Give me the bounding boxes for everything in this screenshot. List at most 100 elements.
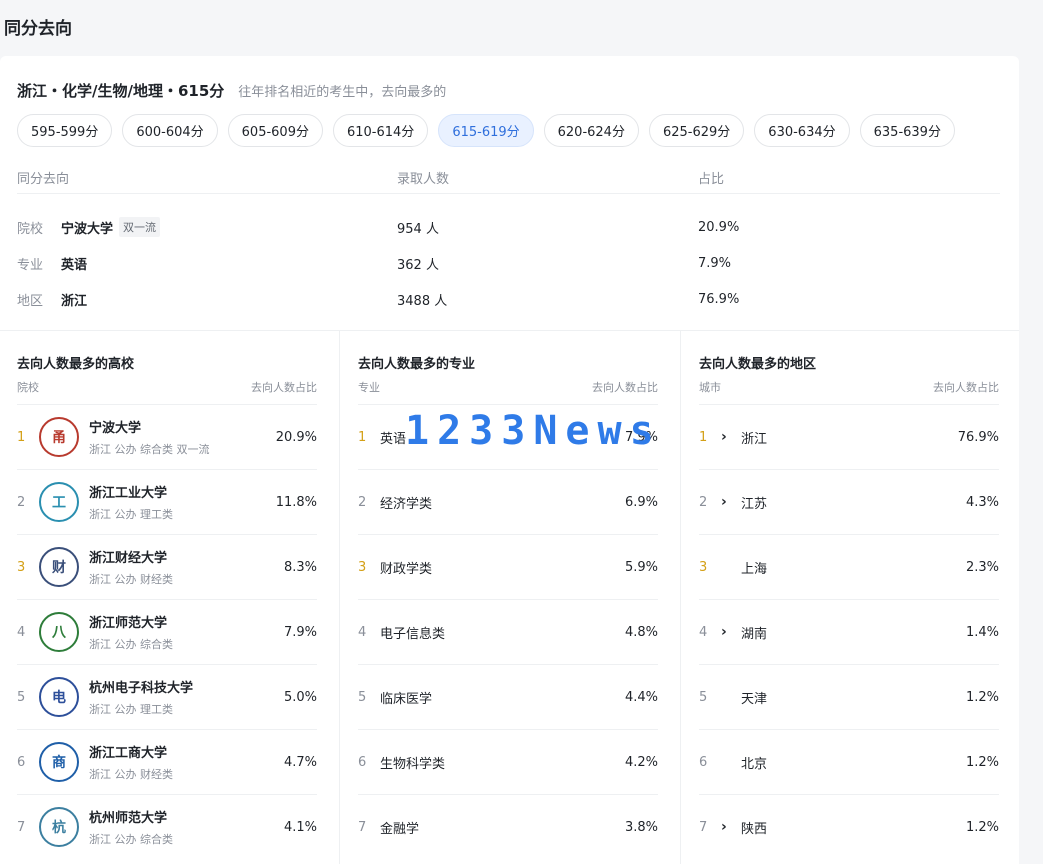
- school-meta: 浙江 公办 财经类: [89, 573, 173, 586]
- school-ratio: 20.9%: [275, 429, 317, 445]
- region-row[interactable]: 2 › 江苏 4.3%: [699, 469, 999, 534]
- school-text: 浙江工业大学 浙江 公办 理工类: [89, 482, 173, 522]
- major-name: 英语: [380, 431, 407, 447]
- school-meta: 浙江 公办 财经类: [89, 768, 173, 781]
- top-schools-list: 1 甬宁波大学 浙江 公办 综合类 双一流 20.9% 2 工浙江工业大学 浙江 公办 理工…: [17, 404, 317, 859]
- region-ratio: 1.2%: [965, 819, 999, 835]
- region-row[interactable]: 5 天津 1.2%: [699, 664, 999, 729]
- summary-row-count: 362 人: [397, 257, 439, 273]
- school-row[interactable]: 1 甬宁波大学 浙江 公办 综合类 双一流 20.9%: [17, 404, 317, 469]
- school-ratio: 11.8%: [275, 494, 317, 510]
- score-chip[interactable]: 625-629分: [648, 114, 745, 147]
- major-row[interactable]: 6 生物科学类 4.2%: [358, 729, 658, 794]
- school-ratio: 8.3%: [283, 559, 317, 575]
- school-row[interactable]: 2 工浙江工业大学 浙江 公办 理工类 11.8%: [17, 469, 317, 534]
- chevron-right-icon[interactable]: ›: [721, 429, 737, 445]
- chevron-right-icon[interactable]: ›: [721, 624, 737, 640]
- top-regions-header: 城市 去向人数占比: [699, 379, 999, 395]
- score-chip[interactable]: 635-639分: [859, 114, 955, 147]
- major-row[interactable]: 4 电子信息类 4.8%: [358, 599, 658, 664]
- school-meta: 浙江 公办 理工类: [89, 703, 173, 716]
- school-row[interactable]: 6 商浙江工商大学 浙江 公办 财经类 4.7%: [17, 729, 317, 794]
- summary-row-name[interactable]: 英语: [61, 254, 87, 273]
- major-name: 金融学: [380, 821, 420, 837]
- top-majors-list: 1 英语 7.9% 2 经济学类 6.9% 3 财政学类 5.9% 4 电子信息类 4.8% 5 临床医学…: [358, 404, 658, 859]
- school-name: 杭州电子科技大学: [89, 681, 194, 696]
- school-name: 宁波大学: [89, 421, 142, 436]
- region-row[interactable]: 4 › 湖南 1.4%: [699, 599, 999, 664]
- school-meta: 浙江 公办 综合类: [89, 833, 173, 846]
- school-row[interactable]: 5 电杭州电子科技大学 浙江 公办 理工类 5.0%: [17, 664, 317, 729]
- score-chip[interactable]: 605-609分: [227, 114, 323, 147]
- major-row[interactable]: 5 临床医学 4.4%: [358, 664, 658, 729]
- score-chip[interactable]: 600-604分: [122, 114, 218, 147]
- summary-destination-cell: 院校 宁波大学 双一流: [17, 217, 397, 237]
- score-chip[interactable]: 620-624分: [543, 114, 639, 147]
- major-row[interactable]: 7 金融学 3.8%: [358, 794, 658, 859]
- summary-rows: 院校 宁波大学 双一流 954 人 20.9% 专业 英语 362 人 7.9% 地区 浙江 3488…: [17, 194, 1000, 317]
- school-row[interactable]: 4 八浙江师范大学 浙江 公办 综合类 7.9%: [17, 599, 317, 664]
- region-row[interactable]: 1 › 浙江 76.9%: [699, 404, 999, 469]
- region-ratio: 76.9%: [957, 429, 999, 445]
- score-chip[interactable]: 630-634分: [754, 114, 850, 147]
- summary-row: 专业 英语 362 人 7.9%: [17, 245, 1000, 281]
- rank-number: 7: [699, 819, 708, 835]
- score-chip[interactable]: 615-619分: [438, 114, 534, 147]
- rank-number: 2: [17, 494, 26, 510]
- region-ratio: 1.2%: [965, 754, 999, 770]
- watermark: 1233News: [405, 408, 662, 454]
- rank-number: 6: [17, 754, 26, 770]
- summary-row-name[interactable]: 浙江: [61, 290, 87, 309]
- chevron-right-icon[interactable]: ›: [721, 494, 737, 510]
- top-regions-list: 1 › 浙江 76.9% 2 › 江苏 4.3% 3 上海 2.3% 4 › 湖南 1.4% 5 天津 1.2% 6…: [699, 404, 999, 859]
- region-name: 上海: [741, 561, 768, 577]
- major-ratio: 4.4%: [624, 689, 658, 705]
- region-name: 江苏: [741, 496, 768, 512]
- region-row[interactable]: 6 北京 1.2%: [699, 729, 999, 794]
- summary-table: 同分去向 录取人数 占比 院校 宁波大学 双一流 954 人 20.9% 专业 英语 362 …: [17, 162, 1000, 317]
- rank-number: 6: [358, 754, 367, 770]
- major-row[interactable]: 3 财政学类 5.9%: [358, 534, 658, 599]
- major-name: 生物科学类: [380, 756, 446, 772]
- school-text: 杭州师范大学 浙江 公办 综合类: [89, 807, 173, 847]
- chevron-right-icon[interactable]: ›: [721, 819, 737, 835]
- major-name: 电子信息类: [380, 626, 446, 642]
- top-regions-title: 去向人数最多的地区: [699, 357, 817, 372]
- summary-row-count: 3488 人: [397, 293, 448, 309]
- summary-destination-cell: 专业 英语: [17, 254, 397, 273]
- summary-destination-cell: 地区 浙江: [17, 290, 397, 309]
- summary-row-name[interactable]: 宁波大学: [61, 218, 113, 237]
- rank-number: 6: [699, 754, 708, 770]
- region-ratio: 2.3%: [965, 559, 999, 575]
- summary-row-label: 专业: [17, 257, 44, 273]
- summary-row: 地区 浙江 3488 人 76.9%: [17, 281, 1000, 317]
- summary-row-label: 院校: [17, 221, 44, 237]
- summary-header: 同分去向 录取人数 占比: [17, 162, 1000, 194]
- rank-number: 3: [699, 559, 708, 575]
- major-row[interactable]: 2 经济学类 6.9%: [358, 469, 658, 534]
- school-text: 浙江财经大学 浙江 公办 财经类: [89, 547, 173, 587]
- summary-row-label: 地区: [17, 293, 44, 309]
- top-schools-title: 去向人数最多的高校: [17, 357, 135, 372]
- region-row[interactable]: 3 上海 2.3%: [699, 534, 999, 599]
- top-schools-column: 去向人数最多的高校 院校 去向人数占比 1 甬宁波大学 浙江 公办 综合类 双一流 2…: [0, 331, 338, 864]
- school-row[interactable]: 7 杭杭州师范大学 浙江 公办 综合类 4.1%: [17, 794, 317, 859]
- rank-number: 4: [358, 624, 367, 640]
- major-name: 经济学类: [380, 496, 433, 512]
- school-name: 浙江工商大学: [89, 746, 168, 761]
- school-meta: 浙江 公办 综合类: [89, 638, 173, 651]
- region-row[interactable]: 7 › 陕西 1.2%: [699, 794, 999, 859]
- university-logo-icon: 工: [39, 482, 79, 522]
- school-ratio: 7.9%: [283, 624, 317, 640]
- heading-sub: 往年排名相近的考生中，去向最多的: [238, 85, 447, 100]
- school-row[interactable]: 3 财浙江财经大学 浙江 公办 财经类 8.3%: [17, 534, 317, 599]
- summary-row-ratio: 7.9%: [698, 255, 732, 271]
- score-chip[interactable]: 610-614分: [332, 114, 429, 147]
- school-ratio: 4.1%: [283, 819, 317, 835]
- school-text: 杭州电子科技大学 浙江 公办 理工类: [89, 677, 193, 717]
- rank-number: 1: [699, 429, 708, 445]
- score-chip[interactable]: 595-599分: [17, 114, 113, 147]
- summary-row-tag: 双一流: [119, 217, 161, 237]
- rank-number: 3: [17, 559, 26, 575]
- school-ratio: 5.0%: [283, 689, 317, 705]
